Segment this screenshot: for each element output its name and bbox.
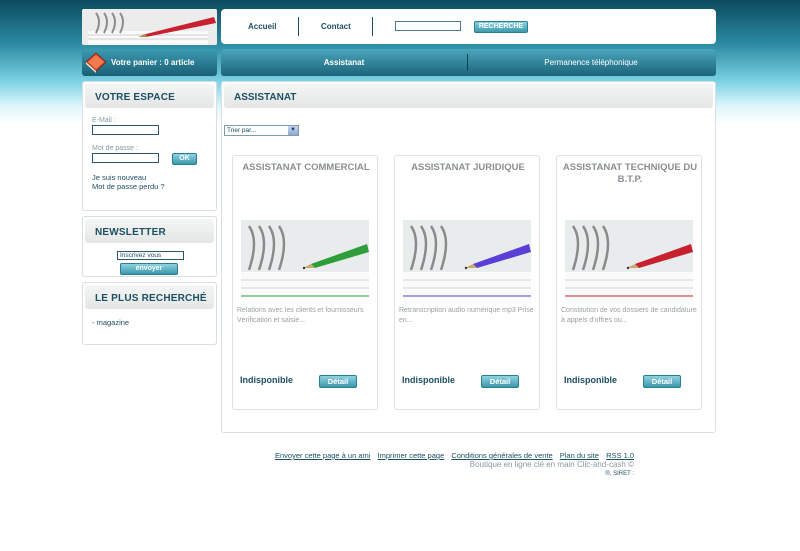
footer-link-send-friend[interactable]: Envoyer cette page à un ami xyxy=(275,451,370,460)
detail-button[interactable]: Détail xyxy=(481,375,519,388)
product-title[interactable]: ASSISTANAT JURIDIQUE xyxy=(399,162,537,174)
category-bar: Assistanat Permanence téléphonique xyxy=(221,49,716,76)
top-navigation: Accueil Contact RECHERCHE xyxy=(221,9,716,44)
search-input[interactable] xyxy=(395,21,461,31)
newsletter-email-input[interactable]: Inscrivez vous xyxy=(117,251,184,260)
page-title: ASSISTANAT xyxy=(224,84,713,108)
detail-button[interactable]: Détail xyxy=(319,375,357,388)
product-image[interactable] xyxy=(241,220,369,304)
footer-link-sitemap[interactable]: Plan du site xyxy=(560,451,599,460)
product-description: Retranscription audio numérique mp3 Pris… xyxy=(399,307,534,324)
nav-divider xyxy=(298,17,299,36)
chevron-down-icon[interactable]: ▼ xyxy=(288,126,298,135)
product-title[interactable]: ASSISTANAT TECHNIQUE DU B.T.P. xyxy=(561,162,699,186)
footer-link-terms[interactable]: Conditions générales de vente xyxy=(451,451,552,460)
product-description: Constitution de vos dossiers de candidat… xyxy=(561,307,697,324)
product-title[interactable]: ASSISTANAT COMMERCIAL xyxy=(237,162,375,174)
product-status: Indisponible xyxy=(402,375,455,385)
search-button[interactable]: RECHERCHE xyxy=(474,21,528,33)
popular-box: LE PLUS RECHERCHÉ - magazine xyxy=(82,282,217,345)
tab-assistanat[interactable]: Assistanat xyxy=(221,58,467,67)
product-status: Indisponible xyxy=(240,375,293,385)
product-status: Indisponible xyxy=(564,375,617,385)
detail-button[interactable]: Détail xyxy=(643,375,681,388)
register-link[interactable]: Je suis nouveau xyxy=(92,173,146,182)
cart-summary: Votre panier : 0 article xyxy=(111,58,195,67)
account-title: VOTRE ESPACE xyxy=(85,84,214,108)
footer-credit: Boutique en ligne clé en main Clic-and-c… xyxy=(469,460,634,469)
sort-dropdown[interactable]: Trier par... ▼ xyxy=(224,125,299,136)
account-box: VOTRE ESPACE E-Mail : Mot de passe : OK … xyxy=(82,81,217,211)
newsletter-box: NEWSLETTER Inscrivez vous envoyer xyxy=(82,216,217,277)
newsletter-title: NEWSLETTER xyxy=(85,219,214,243)
main-content: ASSISTANAT Trier par... ▼ ASSISTANAT COM… xyxy=(221,81,716,433)
popular-item-link[interactable]: - magazine xyxy=(92,318,129,327)
cart-bar[interactable]: Votre panier : 0 article xyxy=(82,49,217,76)
login-ok-button[interactable]: OK xyxy=(172,153,197,165)
nav-divider xyxy=(372,17,373,36)
nav-contact-link[interactable]: Contact xyxy=(321,22,351,31)
forgot-password-link[interactable]: Mot de passe perdu ? xyxy=(92,182,165,191)
email-label: E-Mail : xyxy=(92,117,116,124)
footer-siret: ®, SIRET : xyxy=(605,471,634,477)
email-field[interactable] xyxy=(92,125,159,135)
footer-link-rss[interactable]: RSS 1.0 xyxy=(606,451,634,460)
popular-title: LE PLUS RECHERCHÉ xyxy=(85,285,214,309)
logo-image[interactable] xyxy=(82,9,217,45)
footer-links: Envoyer cette page à un ami Imprimer cet… xyxy=(270,451,634,460)
newsletter-submit-button[interactable]: envoyer xyxy=(120,263,178,275)
page-wrapper: Accueil Contact RECHERCHE Votre panier :… xyxy=(82,0,718,551)
password-field[interactable] xyxy=(92,153,159,163)
product-card: ASSISTANAT COMMERCIAL Relations avec les… xyxy=(232,155,378,410)
book-icon xyxy=(85,52,107,73)
tab-permanence-telephonique[interactable]: Permanence téléphonique xyxy=(468,58,714,67)
product-description: Relations avec les clients et fournisseu… xyxy=(237,307,364,324)
product-image[interactable] xyxy=(565,220,693,304)
product-card: ASSISTANAT TECHNIQUE DU B.T.P. Constitut… xyxy=(556,155,702,410)
nav-accueil-link[interactable]: Accueil xyxy=(248,22,276,31)
sort-selected-value: Trier par... xyxy=(227,127,257,134)
product-image[interactable] xyxy=(403,220,531,304)
password-label: Mot de passe : xyxy=(92,145,138,152)
product-card: ASSISTANAT JURIDIQUE Retranscription aud… xyxy=(394,155,540,410)
footer-link-print[interactable]: Imprimer cette page xyxy=(378,451,445,460)
